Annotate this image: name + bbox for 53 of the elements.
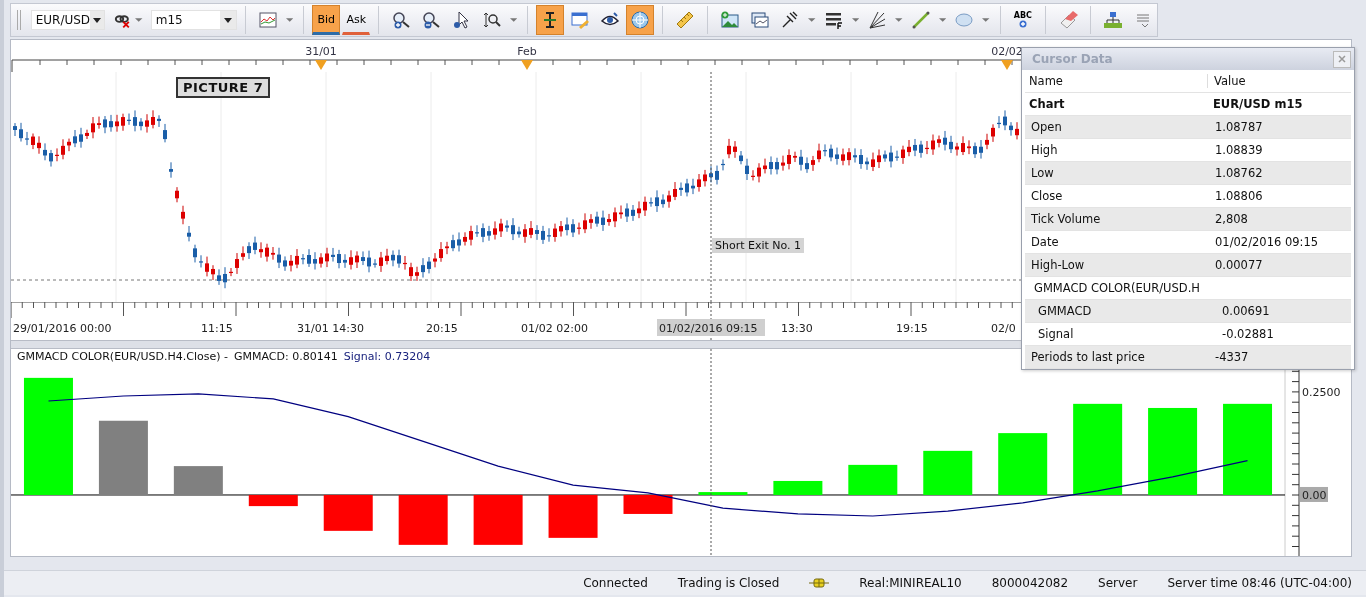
table-cell-text: GMMACD COLOR(EUR/USD.H	[1033, 281, 1201, 295]
series-name: Signal	[343, 350, 378, 363]
status-text: Server	[1098, 576, 1138, 590]
panel-title: Cursor Data	[1032, 52, 1113, 66]
table-cell-text: Date	[1030, 235, 1060, 249]
table-cell-text: Close	[1030, 189, 1064, 203]
table-cell-text: 0.00077	[1214, 258, 1263, 272]
table-cell-text: EUR/USD m15	[1212, 97, 1303, 111]
time-label: 11:15	[201, 322, 233, 335]
indicator-title: GMMACD COLOR(EUR/USD.H4.Close) -	[17, 350, 228, 363]
table-cell-text: Open	[1030, 120, 1063, 134]
table-cell-text: -4337	[1214, 350, 1249, 364]
status-text: Trading is Closed	[677, 576, 780, 590]
chart-title-label: PICTURE 7	[176, 77, 271, 98]
time-label: 31/01 14:30	[297, 322, 364, 335]
indicator-value: : 0.73204	[377, 350, 431, 363]
time-label: 01/02/2016 09:15	[659, 322, 758, 335]
axis-label: 31/01	[305, 45, 337, 58]
axis-label: 02/02	[991, 45, 1023, 58]
table-cell-text: 2,808	[1214, 212, 1248, 226]
table-cell-text: High-Low	[1030, 258, 1086, 272]
column-header: Name	[1025, 74, 1208, 88]
table-cell-text: GMMACD	[1037, 304, 1093, 318]
status-text: 8000042082	[991, 576, 1069, 590]
table-cell-text: Tick Volume	[1030, 212, 1102, 226]
table-cell-text: Signal	[1037, 327, 1075, 341]
axis-label: 0.2500	[1302, 385, 1341, 399]
time-label: 01/02 02:00	[521, 322, 588, 335]
table-cell-text: 1.08787	[1214, 120, 1263, 134]
table-cell-text: Low	[1030, 166, 1055, 180]
table-cell-text: 1.08839	[1214, 143, 1263, 157]
axis-label: Feb	[517, 45, 537, 58]
table-cell-text: Chart	[1028, 97, 1066, 111]
status-text: Connected	[583, 576, 648, 590]
indicator-value: : 0.80141	[285, 350, 338, 363]
status-text: Real:MINIREAL10	[859, 576, 962, 590]
column-header: Value	[1213, 74, 1246, 88]
table-cell-text: 1.08762	[1214, 166, 1263, 180]
table-cell-text: High	[1030, 143, 1059, 157]
table-cell-text: Periods to last price	[1030, 350, 1146, 364]
table-cell-text: 1.08806	[1214, 189, 1263, 203]
time-label: 29/01/2016 00:00	[13, 322, 112, 335]
signal-label: Short Exit No. 1	[712, 238, 805, 253]
time-label: 19:15	[896, 322, 928, 335]
time-label: 02/0	[991, 322, 1016, 335]
status-text: Server time 08:46 (UTC-04:00)	[1167, 576, 1352, 590]
time-label: 13:30	[781, 322, 813, 335]
axis-label: 0.00	[1302, 488, 1327, 502]
time-label: 20:15	[426, 322, 458, 335]
table-cell-text: -0.02881	[1221, 327, 1274, 341]
table-cell-text: 0.00691	[1221, 304, 1270, 318]
table-cell-text: 01/02/2016 09:15	[1214, 235, 1319, 249]
series-name: GMMACD	[234, 350, 285, 363]
